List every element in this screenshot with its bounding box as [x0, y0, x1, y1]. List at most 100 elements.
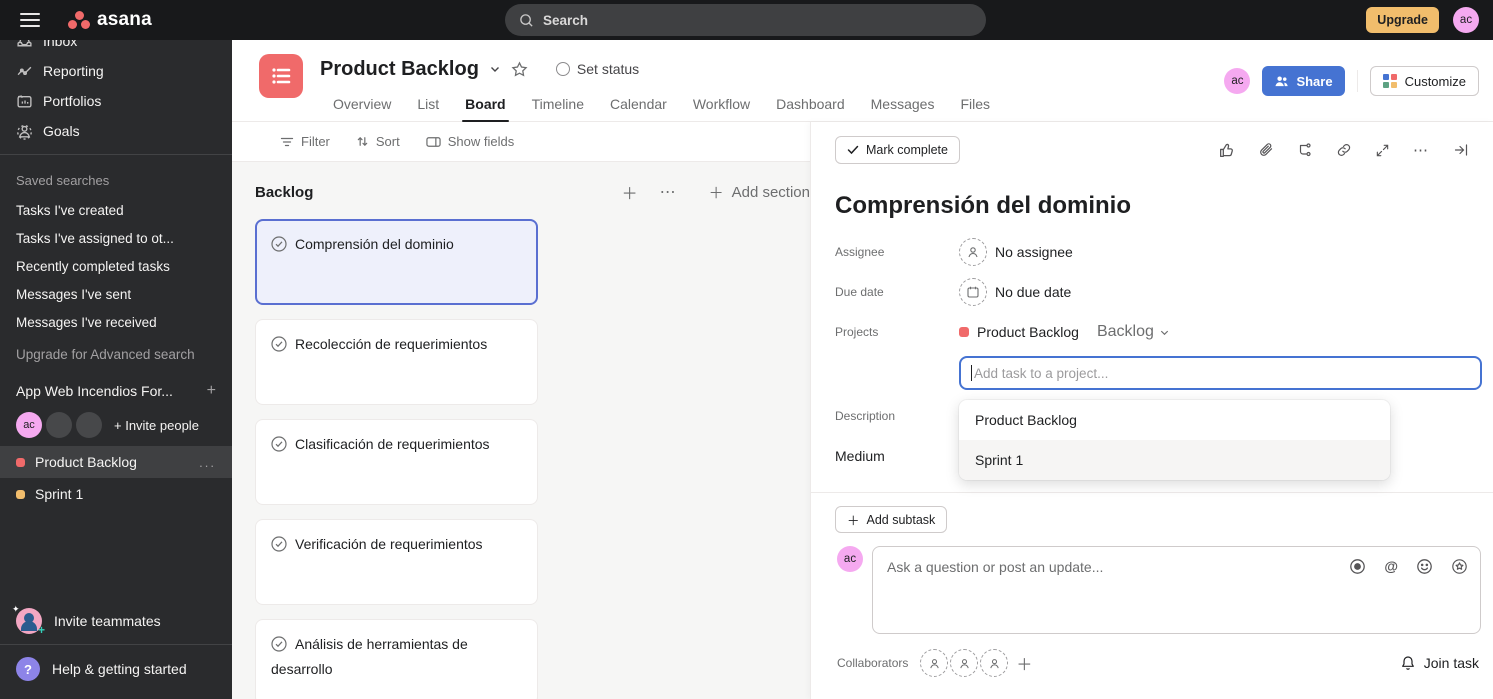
saved-search-tasks-assigned[interactable]: Tasks I've assigned to ot... [0, 224, 232, 252]
member-avatar-placeholder[interactable] [76, 412, 102, 438]
tab-board[interactable]: Board [452, 90, 518, 122]
collaborator-avatar-placeholder[interactable] [980, 649, 1009, 677]
plus-icon: ＋ [708, 184, 724, 202]
sort-button[interactable]: Sort [356, 134, 400, 149]
search-input[interactable]: Search [505, 4, 986, 36]
collaborator-avatar-placeholder[interactable] [950, 649, 979, 677]
tab-list[interactable]: List [404, 90, 452, 121]
task-card-clasificacion[interactable]: Clasificación de requerimientos [255, 419, 538, 505]
portfolios-icon [17, 94, 32, 108]
column-more-icon[interactable]: ⋯ [660, 182, 676, 202]
workspace-members: ac + Invite people [0, 406, 232, 446]
project-more-icon[interactable]: ... [199, 455, 216, 470]
calendar-icon [959, 278, 987, 306]
sidebar-item-goals[interactable]: Goals [0, 116, 232, 146]
priority-value[interactable]: Medium [835, 448, 959, 464]
sidebar-divider [0, 154, 232, 155]
task-card-verificacion[interactable]: Verificación de requerimientos [255, 519, 538, 605]
saved-search-messages-received[interactable]: Messages I've received [0, 308, 232, 336]
customize-grid-icon [1382, 74, 1397, 88]
task-card-recoleccion[interactable]: Recolección de requerimientos [255, 319, 538, 405]
check-circle-icon[interactable] [271, 336, 287, 359]
saved-search-tasks-created[interactable]: Tasks I've created [0, 196, 232, 224]
share-people-icon [1275, 75, 1289, 86]
check-circle-icon[interactable] [271, 536, 287, 559]
record-video-icon[interactable] [1349, 558, 1366, 575]
sidebar-item-inbox[interactable]: Inbox [0, 40, 232, 56]
check-circle-icon[interactable] [271, 436, 287, 459]
tab-timeline[interactable]: Timeline [519, 90, 597, 121]
hamburger-menu-icon[interactable] [20, 13, 40, 27]
workspace-name: App Web Incendios For... [16, 383, 173, 399]
dropdown-option-sprint-1[interactable]: Sprint 1 [959, 440, 1390, 480]
project-chip[interactable]: Product Backlog [959, 324, 1079, 340]
upgrade-button[interactable]: Upgrade [1366, 7, 1439, 33]
collaborators-label: Collaborators [837, 656, 909, 670]
sidebar-project-product-backlog[interactable]: Product Backlog ... [0, 446, 232, 478]
like-icon[interactable] [1218, 142, 1235, 159]
mark-complete-button[interactable]: Mark complete [835, 136, 960, 164]
workspace-header[interactable]: App Web Incendios For... + [0, 368, 232, 406]
status-circle-icon [555, 62, 570, 76]
upgrade-advanced-search[interactable]: Upgrade for Advanced search [0, 340, 232, 368]
asana-logo[interactable]: asana [68, 9, 152, 31]
add-subtask-button[interactable]: ＋ Add subtask [835, 506, 948, 533]
share-button[interactable]: Share [1262, 66, 1345, 96]
dropdown-option-product-backlog[interactable]: Product Backlog [959, 400, 1390, 440]
header-divider [1356, 70, 1358, 92]
appreciation-icon[interactable] [1451, 558, 1468, 575]
invite-teammates-button[interactable]: ✦ + Invite teammates [0, 598, 232, 644]
set-status-button[interactable]: Set status [555, 61, 639, 77]
title-chevron-down-icon[interactable] [489, 63, 501, 75]
task-card-analisis[interactable]: Análisis de herramientas de desarrollo [255, 619, 538, 699]
mention-icon[interactable]: @ [1384, 558, 1398, 575]
attachment-icon[interactable] [1258, 142, 1274, 158]
sidebar-project-sprint-1[interactable]: Sprint 1 [0, 478, 232, 510]
tab-files[interactable]: Files [947, 90, 1003, 121]
add-collaborator-icon[interactable]: ＋ [1016, 651, 1032, 675]
due-date-field: Due date No due date [811, 272, 1493, 312]
expand-icon[interactable] [1375, 143, 1390, 158]
add-project-icon[interactable]: + [207, 382, 216, 400]
more-options-icon[interactable]: ⋯ [1413, 141, 1430, 159]
task-title[interactable]: Comprensión del dominio [835, 192, 1469, 220]
help-button[interactable]: ? Help & getting started [0, 644, 232, 693]
search-placeholder: Search [543, 12, 589, 28]
assignee-value[interactable]: No assignee [959, 238, 1073, 266]
link-icon[interactable] [1336, 142, 1352, 158]
add-section-button[interactable]: ＋ Add section [709, 182, 810, 203]
customize-button[interactable]: Customize [1369, 66, 1479, 96]
project-icon[interactable] [259, 54, 303, 98]
favorite-star-icon[interactable] [511, 60, 528, 78]
tab-calendar[interactable]: Calendar [597, 90, 680, 121]
show-fields-button[interactable]: Show fields [426, 134, 514, 149]
member-avatar-placeholder[interactable] [46, 412, 72, 438]
check-circle-icon[interactable] [271, 636, 287, 659]
tab-messages[interactable]: Messages [858, 90, 948, 121]
tab-dashboard[interactable]: Dashboard [763, 90, 858, 121]
check-circle-icon[interactable] [271, 236, 287, 259]
project-member-avatar[interactable]: ac [1224, 68, 1251, 94]
tab-overview[interactable]: Overview [320, 90, 404, 121]
task-card-comprension[interactable]: Comprensión del dominio [255, 219, 538, 305]
sidebar-item-portfolios[interactable]: Portfolios [0, 86, 232, 116]
user-avatar[interactable]: ac [1453, 7, 1479, 33]
emoji-icon[interactable] [1416, 558, 1433, 575]
member-avatar[interactable]: ac [16, 412, 42, 438]
saved-search-recently-completed[interactable]: Recently completed tasks [0, 252, 232, 280]
collaborator-avatar-placeholder[interactable] [920, 649, 949, 677]
saved-search-messages-sent[interactable]: Messages I've sent [0, 280, 232, 308]
comment-input[interactable]: Ask a question or post an update... @ [872, 546, 1481, 634]
section-selector[interactable]: Backlog [1097, 323, 1170, 341]
add-task-icon[interactable]: ＋ [622, 180, 638, 204]
join-task-button[interactable]: Join task [1400, 655, 1479, 671]
invite-people-button[interactable]: + Invite people [114, 418, 199, 433]
filter-button[interactable]: Filter [280, 134, 330, 149]
add-project-input[interactable]: Add task to a project... [959, 356, 1482, 390]
sidebar-item-reporting[interactable]: Reporting [0, 56, 232, 86]
chevron-down-icon [1160, 330, 1169, 335]
subtask-icon[interactable] [1297, 142, 1313, 158]
close-panel-icon[interactable] [1453, 142, 1469, 158]
due-date-value[interactable]: No due date [959, 278, 1071, 306]
tab-workflow[interactable]: Workflow [680, 90, 763, 121]
